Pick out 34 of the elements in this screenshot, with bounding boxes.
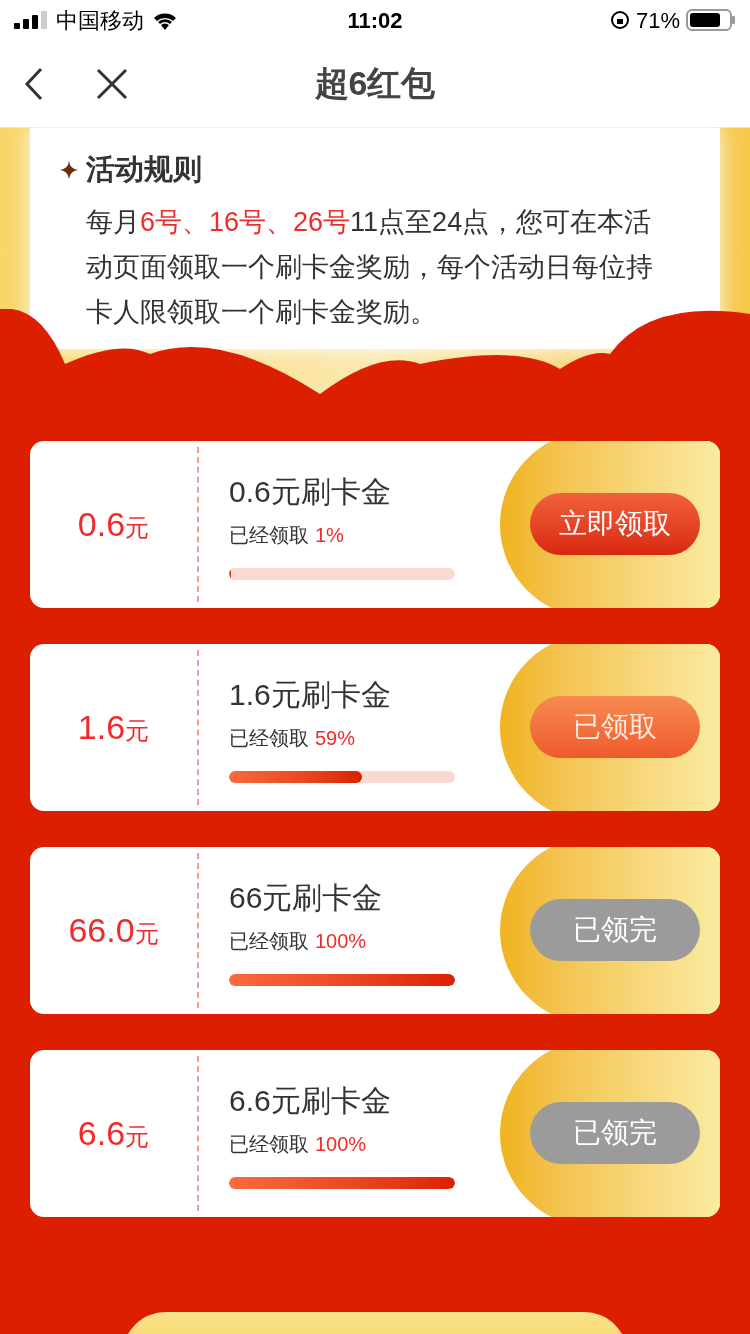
progress-label: 已经领取 — [229, 1131, 309, 1157]
reward-amount: 66.0 — [68, 909, 135, 951]
progress-label: 已经领取 — [229, 725, 309, 751]
progress-value: 100% — [315, 1131, 367, 1157]
currency-unit: 元 — [125, 512, 150, 543]
progress-value: 100% — [315, 928, 367, 954]
claim-button[interactable]: 立即领取 — [530, 492, 700, 555]
rules-title: 活动规则 — [86, 152, 202, 187]
battery-percent: 71% — [635, 6, 680, 35]
currency-unit: 元 — [125, 1121, 150, 1152]
rotation-lock-icon — [609, 10, 630, 30]
battery-icon — [686, 9, 736, 31]
carrier-name: 中国移动 — [56, 6, 144, 35]
reward-name: 0.6元刷卡金 — [229, 473, 392, 510]
claim-button[interactable]: 已领取 — [530, 695, 700, 758]
reward-name: 1.6元刷卡金 — [229, 676, 392, 713]
currency-unit: 元 — [125, 715, 150, 746]
progress-value: 59% — [315, 725, 356, 751]
reward-amount: 0.6 — [77, 503, 126, 545]
progress-label: 已经领取 — [229, 522, 309, 548]
claim-button[interactable]: 已领完 — [530, 1101, 700, 1164]
reward-name: 66元刷卡金 — [229, 879, 384, 916]
progress-value: 1% — [315, 522, 344, 548]
reward-amount: 6.6 — [77, 1112, 126, 1154]
reward-name: 6.6元刷卡金 — [229, 1082, 392, 1119]
page-title: 超6红包 — [314, 63, 436, 104]
progress-label: 已经领取 — [229, 928, 309, 954]
signal-icon — [14, 11, 48, 29]
currency-unit: 元 — [134, 918, 159, 949]
clock: 11:02 — [347, 6, 403, 35]
sparkle-icon — [60, 160, 78, 179]
reward-amount: 1.6 — [77, 706, 126, 748]
rules-text: 每月 6号、16号、26号11点至24点，您可在本活动页面领取一个刷卡金奖励，每个活动日每位持卡人限领取一个刷卡金奖励。 — [86, 205, 654, 329]
claim-button[interactable]: 已领完 — [530, 898, 700, 961]
